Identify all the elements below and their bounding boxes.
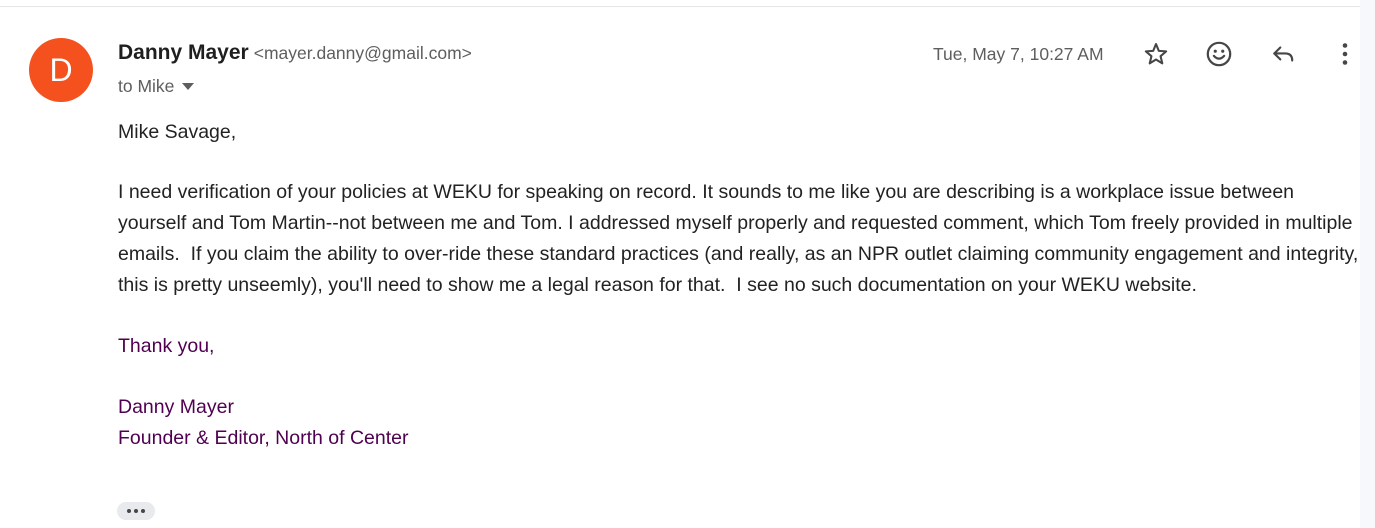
- sender-line: Danny Mayer <mayer.danny@gmail.com>: [118, 41, 472, 65]
- more-options-button[interactable]: [1325, 34, 1365, 74]
- avatar-letter: D: [49, 51, 73, 88]
- top-divider: [0, 6, 1360, 7]
- ellipsis-icon: [127, 509, 145, 513]
- signature-title: Founder & Editor, North of Center: [118, 427, 409, 449]
- message-body: Mike Savage, I need verification of your…: [118, 117, 1363, 454]
- message-paragraph: I need verification of your policies at …: [118, 181, 1364, 296]
- signature-name: Danny Mayer: [118, 396, 234, 418]
- recipient-details-toggle[interactable]: to Mike: [118, 76, 195, 97]
- star-outline-icon: [1143, 41, 1169, 67]
- smiley-icon: [1205, 40, 1233, 68]
- recipient-text: to Mike: [118, 76, 175, 96]
- show-trimmed-content-button[interactable]: [117, 502, 155, 520]
- reply-button[interactable]: [1263, 34, 1303, 74]
- reply-arrow-icon: [1270, 41, 1296, 67]
- add-reaction-button[interactable]: [1199, 34, 1239, 74]
- vertical-dots-icon: [1341, 42, 1349, 66]
- star-button[interactable]: [1136, 34, 1176, 74]
- message-timestamp: Tue, May 7, 10:27 AM: [933, 44, 1104, 64]
- sender-name[interactable]: Danny Mayer: [118, 41, 249, 64]
- sender-email: <mayer.danny@gmail.com>: [253, 43, 472, 63]
- sender-avatar[interactable]: D: [29, 38, 93, 102]
- greeting: Mike Savage,: [118, 121, 237, 143]
- closing-line: Thank you,: [118, 335, 215, 357]
- caret-down-icon[interactable]: [182, 83, 195, 90]
